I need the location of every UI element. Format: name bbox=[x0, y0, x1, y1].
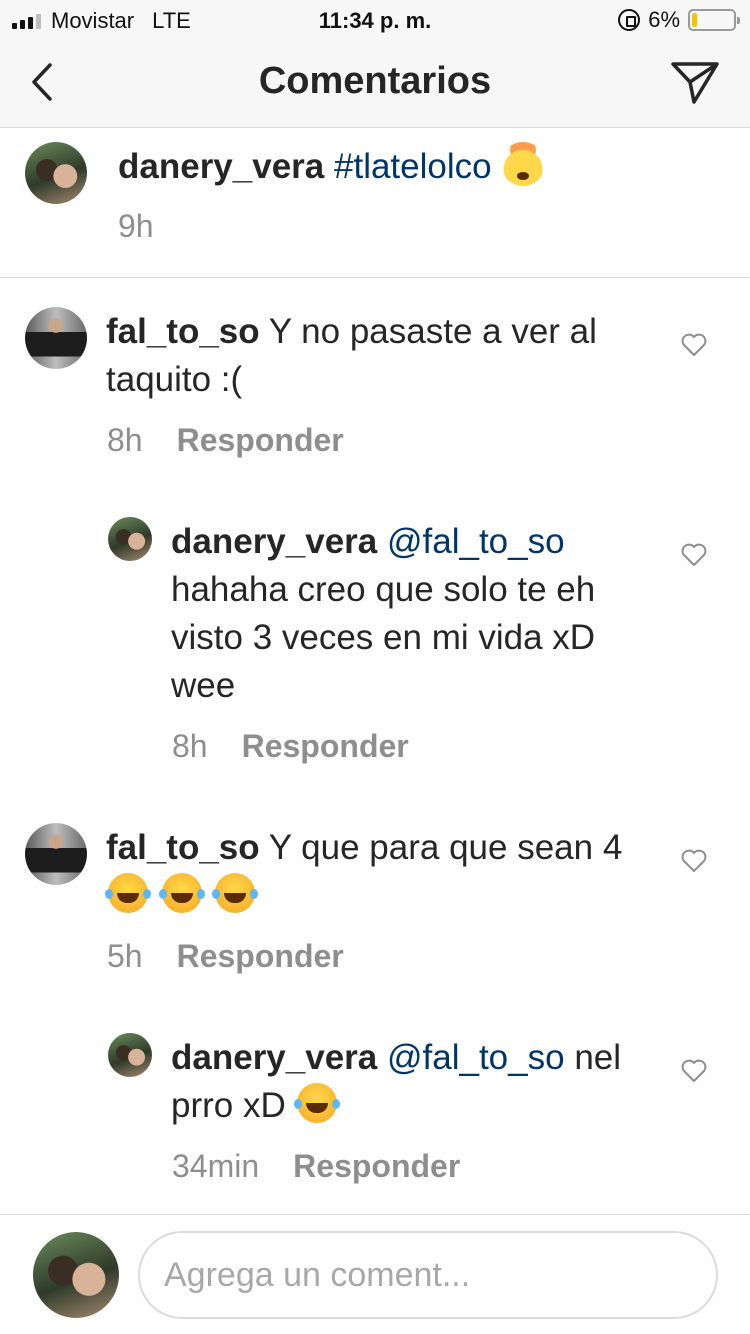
caption-username[interactable]: danery_vera bbox=[118, 147, 324, 186]
face-with-tears-of-joy-emoji bbox=[158, 873, 202, 913]
avatar[interactable] bbox=[25, 307, 87, 369]
face-with-tears-of-joy-emoji bbox=[212, 873, 256, 913]
paper-plane-icon bbox=[671, 62, 719, 104]
face-with-tears-of-joy-emoji bbox=[294, 1083, 338, 1123]
reply-button[interactable]: Responder bbox=[177, 938, 344, 975]
post-caption: danery_vera #tlatelolco 9h bbox=[0, 128, 750, 278]
comment-input[interactable] bbox=[138, 1231, 718, 1319]
reply-button[interactable]: Responder bbox=[242, 728, 409, 765]
status-right: 6% bbox=[618, 7, 740, 33]
reply-button[interactable]: Responder bbox=[293, 1148, 460, 1185]
battery-percent: 6% bbox=[648, 7, 680, 32]
reply-button[interactable]: Responder bbox=[177, 422, 344, 459]
comment-time: 8h bbox=[107, 422, 143, 458]
page-title: Comentarios bbox=[258, 60, 492, 102]
caption-hashtag[interactable]: #tlatelolco bbox=[334, 147, 492, 186]
heart-icon[interactable] bbox=[681, 333, 707, 357]
heart-icon[interactable] bbox=[681, 849, 707, 873]
orientation-lock-icon bbox=[618, 9, 641, 31]
comment-time: 34min bbox=[172, 1148, 260, 1184]
comment-meta: 8h Responder bbox=[172, 728, 409, 765]
comment-mention[interactable]: @fal_to_so bbox=[387, 1038, 565, 1077]
heart-icon[interactable] bbox=[681, 1059, 707, 1083]
comment-time: 8h bbox=[172, 728, 208, 764]
comment-meta: 8h Responder bbox=[107, 422, 344, 459]
comment-text: danery_vera @fal_to_so nel prro xD bbox=[171, 1034, 651, 1130]
avatar[interactable] bbox=[108, 517, 152, 561]
comment-username[interactable]: fal_to_so bbox=[106, 828, 260, 867]
comment-meta: 34min Responder bbox=[172, 1148, 460, 1185]
avatar[interactable] bbox=[25, 142, 87, 204]
face-with-tears-of-joy-emoji bbox=[105, 873, 148, 913]
nav-bar: Comentarios bbox=[0, 40, 750, 128]
heart-icon[interactable] bbox=[681, 543, 707, 567]
caption-meta: 9h bbox=[118, 208, 154, 245]
comment-mention[interactable]: @fal_to_so bbox=[387, 522, 565, 561]
battery-icon bbox=[688, 9, 740, 31]
status-bar: Movistar LTE 11:34 p. m. 6% bbox=[0, 0, 750, 40]
comment-meta: 5h Responder bbox=[107, 938, 344, 975]
comment-text: danery_vera @fal_to_so hahaha creo que s… bbox=[171, 518, 651, 710]
exploding-head-emoji bbox=[501, 142, 546, 186]
comment-time: 5h bbox=[107, 938, 143, 974]
avatar[interactable] bbox=[25, 823, 87, 885]
caption-time: 9h bbox=[118, 208, 154, 244]
comment-text: fal_to_so Y no pasaste a ver al taquito … bbox=[106, 308, 646, 404]
comment-composer bbox=[0, 1214, 750, 1334]
comment-username[interactable]: danery_vera bbox=[171, 522, 377, 561]
avatar bbox=[33, 1232, 119, 1318]
caption-text: danery_vera #tlatelolco bbox=[118, 142, 718, 191]
comment-body: hahaha creo que solo te eh visto 3 veces… bbox=[171, 570, 596, 705]
comment-body: Y que para que sean 4 bbox=[268, 828, 623, 867]
comment-text: fal_to_so Y que para que sean 4 bbox=[105, 824, 646, 920]
comment-username[interactable]: danery_vera bbox=[171, 1038, 377, 1077]
share-button[interactable] bbox=[670, 60, 720, 106]
comment-username[interactable]: fal_to_so bbox=[106, 312, 260, 351]
battery-fill bbox=[692, 13, 697, 27]
avatar[interactable] bbox=[108, 1033, 152, 1077]
